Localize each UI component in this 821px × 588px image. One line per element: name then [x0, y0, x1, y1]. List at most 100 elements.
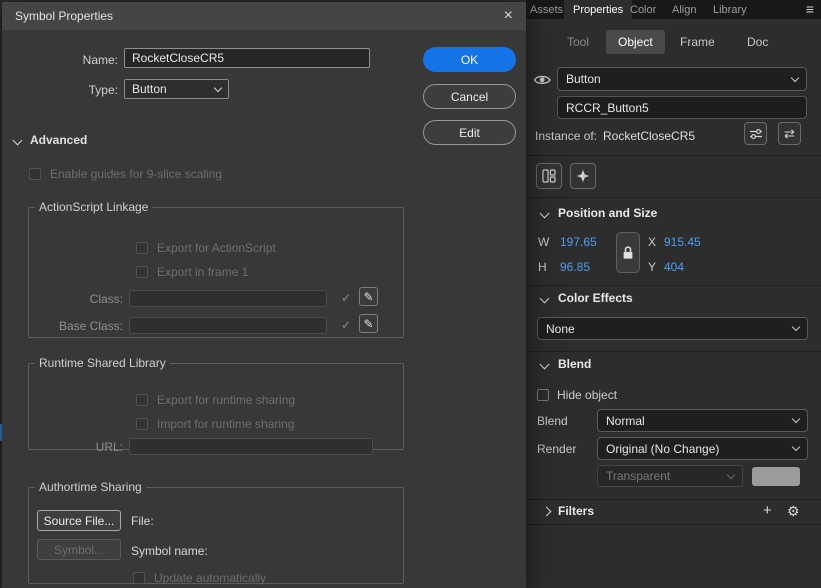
instance-name-input[interactable]: RCCR_Button5 [557, 96, 807, 119]
divider [526, 155, 821, 156]
class-input [129, 290, 327, 307]
url-label: URL: [95, 440, 123, 454]
render-label: Render [537, 442, 577, 456]
export-actionscript-checkbox [136, 242, 148, 254]
chevron-right-icon[interactable] [541, 506, 552, 517]
subtab-frame[interactable]: Frame [680, 35, 715, 49]
render-mode-value: Original (No Change) [606, 441, 720, 456]
base-class-validate-check-icon: ✓ [341, 318, 352, 332]
base-class-edit-pencil-button[interactable]: ✎ [359, 314, 378, 333]
export-actionscript-label: Export for ActionScript [157, 241, 276, 255]
section-blend[interactable]: Blend [558, 357, 591, 371]
section-position-size[interactable]: Position and Size [558, 206, 657, 220]
chevron-down-icon[interactable] [539, 293, 550, 304]
symbol-type-dropdown[interactable]: Button [557, 67, 807, 91]
panel-menu-icon[interactable]: ≡ [806, 1, 814, 17]
type-dropdown[interactable]: Button [124, 79, 229, 99]
subtab-object[interactable]: Object [606, 30, 665, 54]
chevron-down-icon[interactable] [539, 359, 550, 370]
runtime-shared-library-group: Runtime Shared Library Export for runtim… [28, 356, 404, 455]
chevron-down-icon [213, 83, 223, 92]
pencil-icon: ✎ [363, 316, 374, 331]
color-style-value: None [546, 321, 575, 336]
add-filter-button[interactable]: + [763, 502, 772, 519]
panel-toggle-layout-button[interactable] [536, 163, 562, 189]
bitmap-bg-color-swatch[interactable] [752, 467, 800, 486]
divider [526, 285, 821, 286]
lock-icon [623, 246, 633, 259]
instance-type-icon [533, 72, 552, 90]
actionscript-linkage-legend: ActionScript Linkage [39, 200, 149, 214]
hide-object-label: Hide object [557, 388, 618, 402]
symbol-name-label: Symbol name: [131, 544, 208, 558]
panel-toggle-effects-button[interactable] [570, 163, 596, 189]
url-input [129, 438, 373, 455]
instance-of-label: Instance of: [535, 129, 598, 143]
class-validate-check-icon: ✓ [341, 291, 352, 305]
chevron-down-icon[interactable] [539, 208, 550, 219]
render-mode-dropdown[interactable]: Original (No Change) [597, 437, 808, 460]
authortime-sharing-legend: Authortime Sharing [39, 480, 142, 494]
color-style-dropdown[interactable]: None [537, 317, 808, 340]
close-icon[interactable]: × [504, 8, 513, 24]
sliders-icon [749, 128, 762, 139]
tab-color[interactable]: Color [630, 4, 656, 16]
nine-slice-label: Enable guides for 9-slice scaling [50, 167, 223, 181]
divider [526, 351, 821, 352]
symbol-type-value: Button [566, 72, 601, 86]
class-label: Class: [89, 292, 123, 306]
class-edit-pencil-button[interactable]: ✎ [359, 287, 378, 306]
chevron-down-icon [791, 414, 801, 424]
name-label: Name: [82, 53, 118, 67]
tab-align[interactable]: Align [672, 4, 696, 16]
tab-library[interactable]: Library [713, 4, 747, 16]
chevron-down-icon[interactable] [12, 135, 23, 146]
edit-button[interactable]: Edit [423, 120, 516, 145]
subtab-tool[interactable]: Tool [567, 35, 589, 49]
update-automatically-checkbox [133, 572, 145, 584]
swap-symbol-button[interactable]: ⇄ [778, 122, 801, 145]
transparent-dropdown: Transparent [597, 465, 743, 487]
import-runtime-sharing-checkbox [136, 418, 148, 430]
tab-assets[interactable]: Assets [530, 4, 563, 16]
instance-settings-button[interactable] [744, 122, 767, 145]
tab-properties[interactable]: Properties [564, 0, 633, 19]
export-frame1-checkbox [136, 266, 148, 278]
w-value[interactable]: 197.65 [560, 235, 597, 249]
instance-name-value: RCCR_Button5 [566, 100, 649, 115]
runtime-shared-library-legend: Runtime Shared Library [39, 356, 166, 370]
subtab-doc[interactable]: Doc [747, 35, 768, 49]
lock-aspect-button[interactable] [616, 232, 640, 273]
nine-slice-checkbox [29, 168, 41, 180]
advanced-toggle[interactable]: Advanced [30, 133, 87, 147]
divider [526, 499, 821, 500]
blend-mode-value: Normal [606, 413, 645, 428]
name-value: RocketCloseCR5 [132, 51, 225, 65]
update-automatically-label: Update automatically [154, 571, 267, 585]
section-color-effects[interactable]: Color Effects [558, 291, 633, 305]
dialog-title-bar[interactable]: Symbol Properties × [2, 2, 526, 30]
y-value[interactable]: 404 [664, 260, 684, 274]
dialog-title: Symbol Properties [15, 9, 114, 23]
transparent-value: Transparent [606, 469, 671, 483]
swap-arrows-icon: ⇄ [784, 125, 795, 141]
ok-button[interactable]: OK [423, 47, 516, 72]
file-label: File: [131, 514, 154, 528]
base-class-label: Base Class: [58, 319, 123, 333]
export-runtime-sharing-label: Export for runtime sharing [157, 393, 296, 407]
cancel-button[interactable]: Cancel [423, 84, 516, 109]
name-input[interactable]: RocketCloseCR5 [124, 48, 370, 68]
y-label: Y [648, 260, 657, 274]
h-label: H [538, 260, 547, 274]
w-label: W [538, 235, 550, 249]
section-filters[interactable]: Filters [558, 504, 594, 518]
h-value[interactable]: 96.85 [560, 260, 590, 274]
blend-mode-dropdown[interactable]: Normal [597, 409, 808, 432]
blend-label: Blend [537, 414, 568, 428]
x-value[interactable]: 915.45 [664, 235, 701, 249]
hide-object-checkbox[interactable] [537, 389, 549, 401]
import-runtime-sharing-label: Import for runtime sharing [157, 417, 295, 431]
divider [526, 197, 821, 198]
source-file-button[interactable]: Source File... [37, 510, 121, 531]
filter-options-gear-icon[interactable]: ⚙ [787, 503, 800, 520]
